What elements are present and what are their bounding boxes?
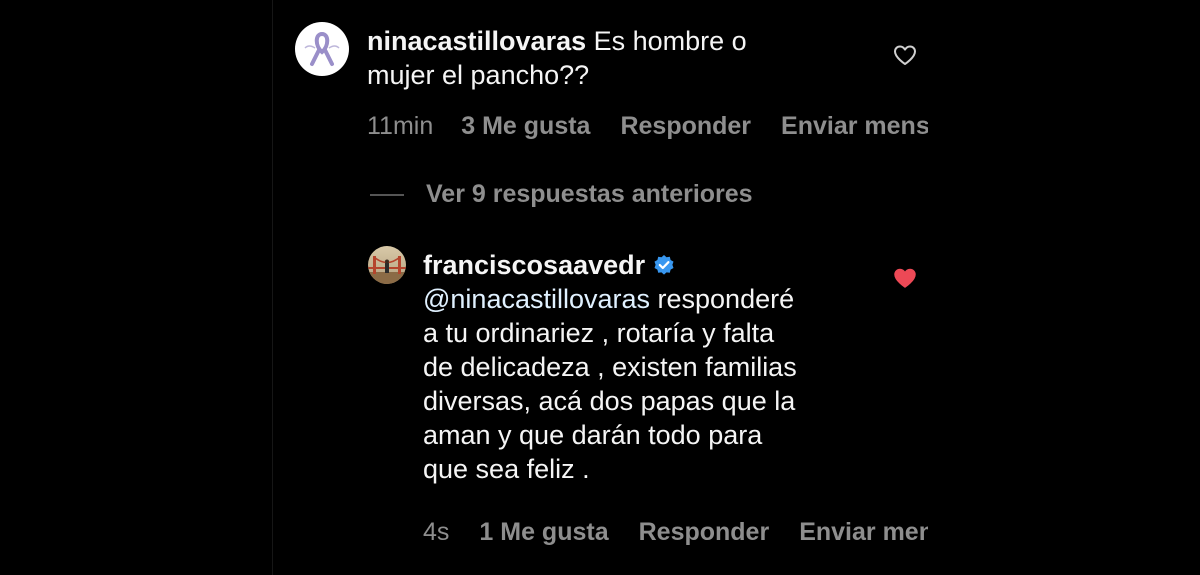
reply-reply-button[interactable]: Responder: [639, 518, 770, 547]
reply-body: franciscosaavedr @ninacastillovaras resp…: [423, 248, 797, 486]
reply-likes[interactable]: 1 Me gusta: [479, 518, 608, 547]
heart-outline-icon[interactable]: [893, 44, 917, 66]
reply-meta: 4s 1 Me gusta Responder Enviar mensaje: [423, 518, 928, 547]
verified-badge-icon: [654, 254, 674, 275]
comment-username[interactable]: ninacastillovaras: [367, 26, 586, 56]
comment-likes[interactable]: 3 Me gusta: [461, 112, 590, 141]
reply-time: 4s: [423, 518, 450, 546]
reply-send-button[interactable]: Enviar mensaje: [799, 518, 928, 547]
comment-send-button[interactable]: Enviar mensaje: [781, 112, 928, 141]
reply-username[interactable]: franciscosaavedr: [423, 250, 645, 280]
comment-body: ninacastillovaras Es hombre o mujer el p…: [367, 24, 747, 92]
reply-text-line4: diversas, acá dos papas que la: [423, 386, 796, 416]
comments-panel: ninacastillovaras Es hombre o mujer el p…: [273, 0, 928, 575]
reply-mention[interactable]: @ninacastillovaras: [423, 284, 650, 314]
reply-text-line3: de delicadeza , existen familias: [423, 352, 797, 382]
franciscosaavedr-avatar[interactable]: [368, 246, 406, 284]
reply-text-line1: responderé: [650, 284, 795, 314]
heart-filled-icon[interactable]: [893, 267, 917, 289]
comment-text-line2: mujer el pancho??: [367, 60, 590, 90]
reply-text-line6: que sea feliz .: [423, 454, 590, 484]
reply-text-line2: a tu ordinariez , rotaría y falta: [423, 318, 775, 348]
screenshot-frame: ninacastillovaras Es hombre o mujer el p…: [0, 0, 1200, 575]
bridge-photo-icon: [368, 246, 406, 284]
comment-text-line1: Es hombre o: [586, 26, 747, 56]
reply-text-line5: aman y que darán todo para: [423, 420, 763, 450]
replies-line: [370, 193, 404, 196]
view-previous-replies[interactable]: Ver 9 respuestas anteriores: [370, 180, 753, 209]
ribbon-logo-icon: [296, 23, 348, 75]
comment-time: 11min: [367, 112, 434, 140]
comment-meta: 11min 3 Me gusta Responder Enviar mensaj…: [367, 112, 928, 141]
ninacastillovaras-avatar[interactable]: [295, 22, 349, 76]
view-replies-label: Ver 9 respuestas anteriores: [426, 180, 753, 208]
comment-reply-button[interactable]: Responder: [620, 112, 751, 141]
